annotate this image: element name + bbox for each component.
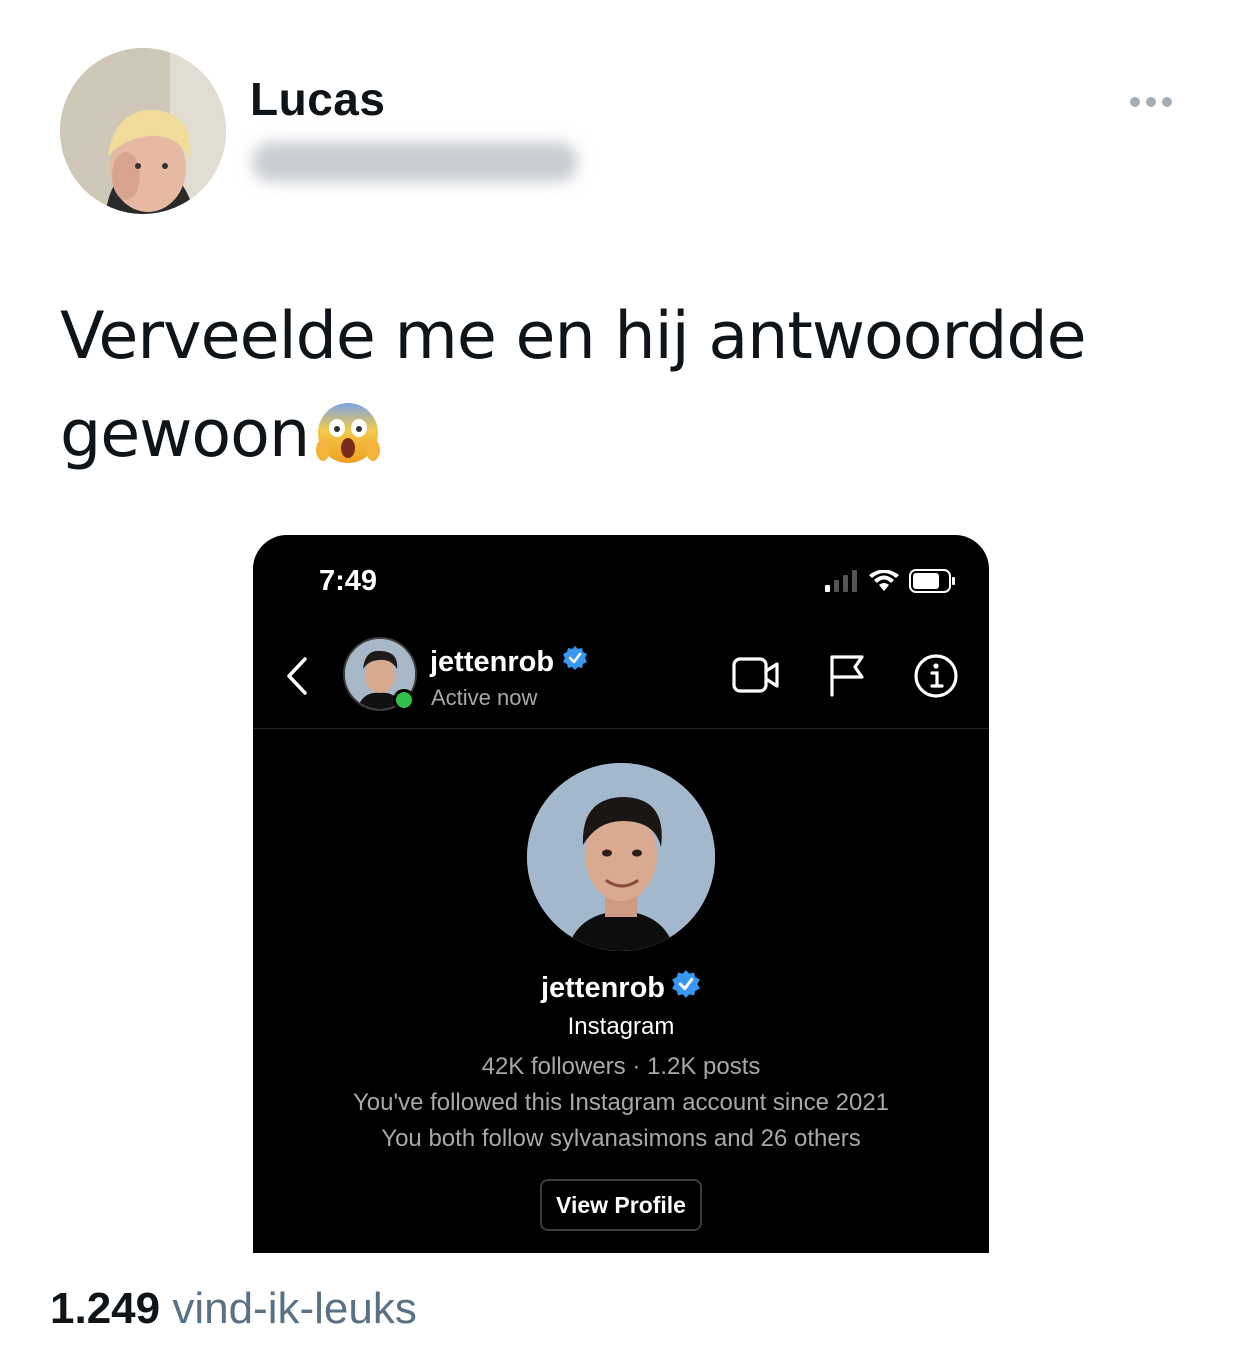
more-options-icon[interactable] xyxy=(1130,90,1180,114)
verified-badge-icon xyxy=(671,969,701,1007)
cellular-signal-icon xyxy=(825,570,859,597)
chat-header-status: Active now xyxy=(431,685,538,710)
likes-count: 1.249 xyxy=(50,1284,161,1333)
wifi-icon xyxy=(869,569,899,597)
video-call-icon[interactable] xyxy=(731,653,781,702)
profile-mutuals: You both follow sylvanasimons and 26 oth… xyxy=(381,1125,861,1152)
status-bar-time: 7:49 xyxy=(319,565,378,597)
likes-row[interactable]: 1.249 vind-ik-leuks xyxy=(50,1284,417,1334)
header-divider xyxy=(253,728,989,729)
view-profile-button[interactable]: View Profile xyxy=(540,1179,702,1231)
profile-followed-since: You've followed this Instagram account s… xyxy=(352,1089,890,1116)
chat-header-username[interactable]: jettenrob xyxy=(430,646,554,679)
tweet-text-line1: Verveelde me en hij antwoordde xyxy=(60,299,1087,374)
screaming-face-icon xyxy=(315,396,381,494)
author-avatar[interactable] xyxy=(60,48,226,214)
back-chevron-icon[interactable] xyxy=(283,655,313,702)
tweet-text: Verveelde me en hij antwoordde gewoon xyxy=(60,288,1180,494)
tweet-text-line2: gewoon xyxy=(60,397,310,472)
profile-stats: 42K followers · 1.2K posts xyxy=(481,1053,761,1080)
likes-label: vind-ik-leuks xyxy=(172,1284,417,1333)
report-flag-icon[interactable] xyxy=(827,653,867,702)
profile-username: jettenrob xyxy=(540,971,666,1004)
profile-avatar[interactable] xyxy=(527,763,715,951)
verified-badge-icon xyxy=(562,645,588,679)
status-bar-icons xyxy=(825,569,957,598)
online-indicator xyxy=(393,689,415,711)
chat-header-name[interactable]: jettenrob xyxy=(430,645,588,679)
info-icon[interactable] xyxy=(913,653,959,704)
attached-screenshot[interactable]: 7:49 jettenrob Active now jettenrob Inst… xyxy=(253,535,989,1253)
profile-name-row: jettenrob xyxy=(253,969,989,1007)
battery-icon xyxy=(909,569,957,598)
author-handle-blurred xyxy=(252,142,578,182)
profile-platform: Instagram xyxy=(567,1013,675,1040)
author-name[interactable]: Lucas xyxy=(250,72,385,126)
